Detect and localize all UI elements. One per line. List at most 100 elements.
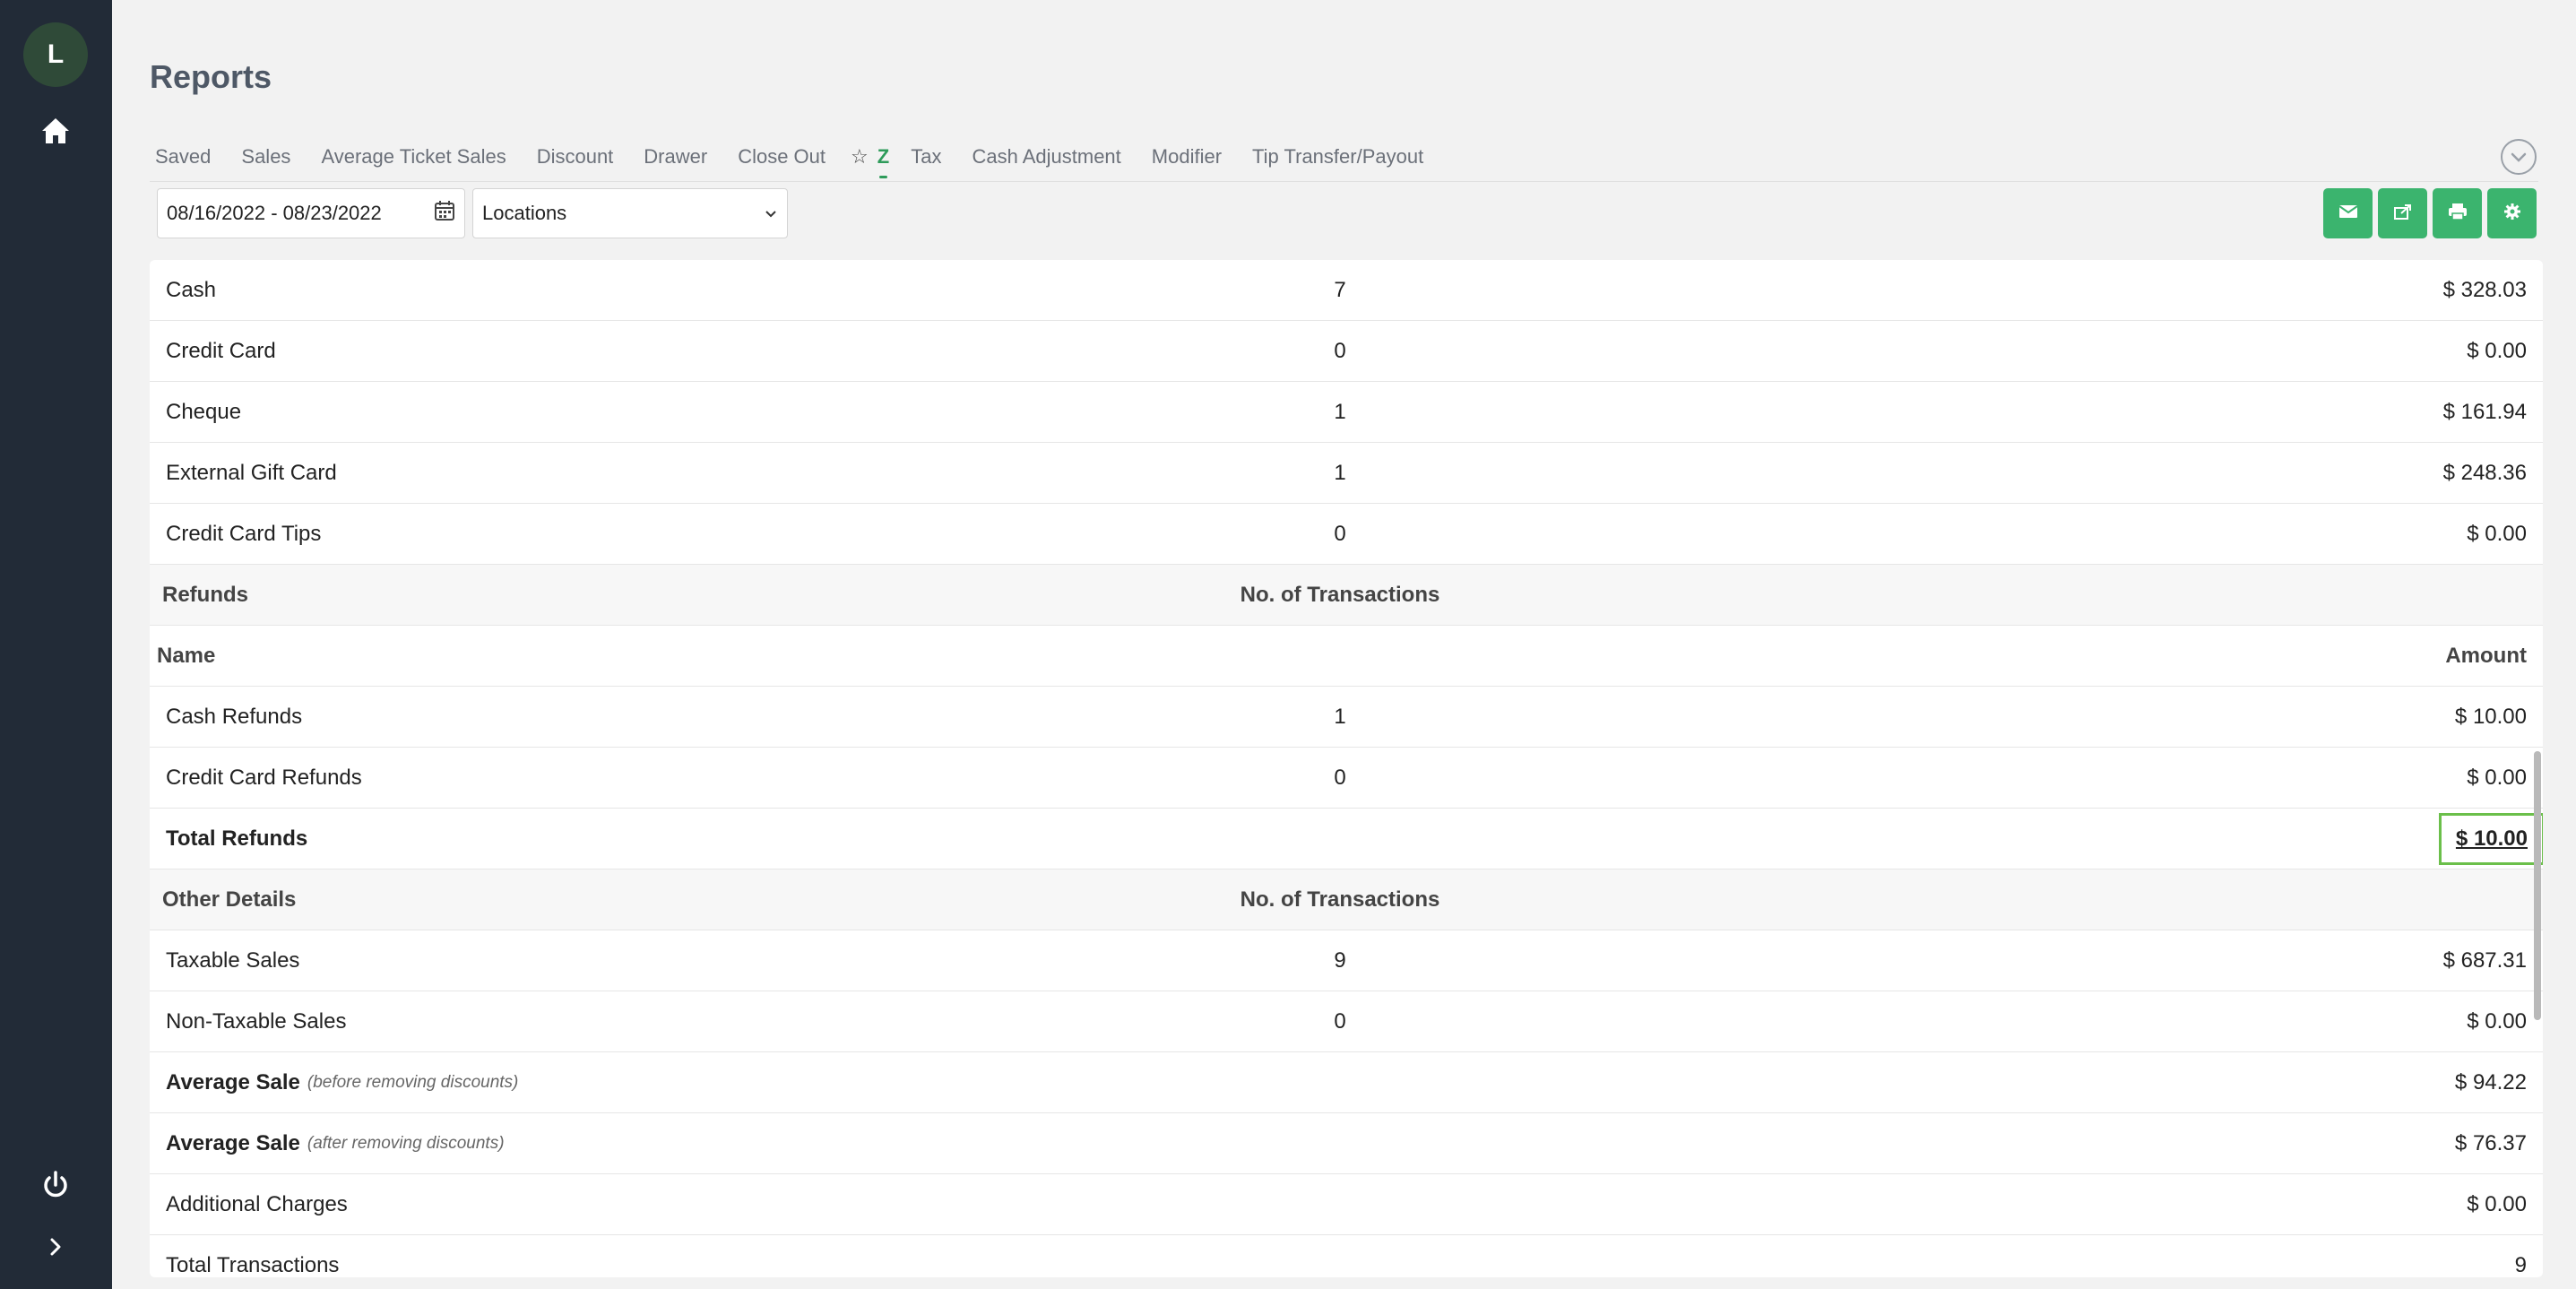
star-icon[interactable]: ☆ (851, 145, 869, 169)
row-amount: 9 (2514, 1253, 2527, 1277)
main-content: Reports Saved Sales Average Ticket Sales… (112, 0, 2576, 1289)
row-name: Credit Card Refunds (166, 766, 362, 790)
row-name-group: Average Sale (before removing discounts) (166, 1052, 518, 1113)
sidebar: L (0, 0, 112, 1289)
refunds-section-header: Refunds No. of Transactions (150, 565, 2543, 626)
share-button[interactable] (2378, 188, 2427, 238)
tab-tip-transfer-payout[interactable]: Tip Transfer/Payout (1247, 137, 1429, 177)
row-name: Total Transactions (166, 1253, 340, 1277)
report-tabs: Saved Sales Average Ticket Sales Discoun… (150, 134, 1448, 179)
tab-cash-adjustment[interactable]: Cash Adjustment (966, 137, 1126, 177)
total-refunds-row: Total Refunds $ 10.00 (150, 809, 2543, 869)
date-range-value: 08/16/2022 - 08/23/2022 (167, 202, 382, 224)
filters-bar: 08/16/2022 - 08/23/2022 Locations (157, 188, 788, 238)
tab-z[interactable]: Z (874, 137, 893, 178)
section-title: Refunds (162, 583, 248, 607)
section-title: Other Details (162, 887, 297, 912)
calendar-icon (434, 200, 455, 227)
row-count: 1 (1334, 461, 1346, 485)
table-row: Cash Refunds 1 $ 10.00 (150, 687, 2543, 748)
table-row: Total Transactions 9 (150, 1235, 2543, 1277)
row-name: External Gift Card (166, 461, 337, 485)
row-name: Average Sale (166, 1131, 300, 1155)
table-row: Credit Card Tips 0 $ 0.00 (150, 504, 2543, 565)
amount-column-header: Amount (2445, 644, 2527, 668)
home-icon[interactable] (36, 111, 75, 151)
location-select[interactable]: Locations (472, 188, 788, 238)
row-amount: $ 161.94 (2442, 400, 2527, 424)
settings-button[interactable] (2487, 188, 2537, 238)
row-count: 9 (1334, 948, 1346, 973)
table-row: Non-Taxable Sales 0 $ 0.00 (150, 991, 2543, 1052)
row-count: 1 (1334, 705, 1346, 729)
tab-discount[interactable]: Discount (532, 137, 619, 177)
row-amount: $ 0.00 (2467, 1192, 2527, 1216)
table-row: Cheque 1 $ 161.94 (150, 382, 2543, 443)
other-details-section-header: Other Details No. of Transactions (150, 869, 2543, 930)
count-column-header: No. of Transactions (1240, 583, 1440, 607)
refunds-column-header: Name Amount (150, 626, 2543, 687)
tab-saved[interactable]: Saved (150, 137, 216, 177)
email-button[interactable] (2323, 188, 2373, 238)
date-range-picker[interactable]: 08/16/2022 - 08/23/2022 (157, 188, 465, 238)
row-count: 0 (1334, 522, 1346, 546)
row-count: 1 (1334, 400, 1346, 424)
tab-tax[interactable]: Tax (905, 137, 947, 177)
row-amount: $ 0.00 (2467, 522, 2527, 546)
row-name: Average Sale (166, 1070, 300, 1094)
share-icon (2393, 203, 2413, 225)
row-name: Cash (166, 278, 217, 302)
row-amount: $ 10.00 (2454, 705, 2527, 729)
table-row: Average Sale (before removing discounts)… (150, 1052, 2543, 1113)
avatar[interactable]: L (23, 22, 88, 87)
table-row: Credit Card 0 $ 0.00 (150, 321, 2543, 382)
printer-icon (2448, 203, 2468, 225)
tabs-divider (150, 181, 2538, 182)
row-count: 0 (1334, 1009, 1346, 1034)
row-note: (after removing discounts) (307, 1134, 505, 1153)
row-count: 0 (1334, 766, 1346, 790)
print-button[interactable] (2433, 188, 2482, 238)
row-amount: $ 94.22 (2454, 1070, 2527, 1094)
row-count: 0 (1334, 339, 1346, 363)
row-amount: $ 76.37 (2454, 1131, 2527, 1155)
scrollbar[interactable] (2534, 751, 2541, 1020)
row-name: Credit Card Tips (166, 522, 322, 546)
row-amount: $ 0.00 (2467, 339, 2527, 363)
tab-average-ticket-sales[interactable]: Average Ticket Sales (316, 137, 511, 177)
page-title: Reports (150, 58, 272, 95)
tab-close-out[interactable]: Close Out (732, 137, 831, 177)
count-column-header: No. of Transactions (1240, 887, 1440, 912)
row-amount: $ 687.31 (2442, 948, 2527, 973)
collapse-chevron-icon[interactable] (2501, 139, 2537, 175)
row-amount: $ 328.03 (2442, 278, 2527, 302)
tab-modifier[interactable]: Modifier (1146, 137, 1227, 177)
envelope-icon (2338, 203, 2358, 224)
power-icon[interactable] (36, 1165, 75, 1205)
table-row: Average Sale (after removing discounts) … (150, 1113, 2543, 1174)
name-column-header: Name (157, 644, 216, 668)
table-row: Cash 7 $ 328.03 (150, 260, 2543, 321)
row-name-group: Average Sale (after removing discounts) (166, 1113, 505, 1174)
row-count: 7 (1334, 278, 1346, 302)
row-name: Cheque (166, 400, 242, 424)
chevron-down-icon (764, 202, 778, 225)
row-note: (before removing discounts) (307, 1073, 519, 1092)
location-select-value: Locations (482, 202, 567, 224)
table-row: External Gift Card 1 $ 248.36 (150, 443, 2543, 504)
row-name: Total Refunds (166, 826, 308, 851)
table-row: Additional Charges $ 0.00 (150, 1174, 2543, 1235)
row-amount: $ 248.36 (2442, 461, 2527, 485)
tab-sales[interactable]: Sales (236, 137, 296, 177)
row-name: Cash Refunds (166, 705, 303, 729)
expand-chevron-icon[interactable] (36, 1227, 75, 1267)
total-refunds-link[interactable]: $ 10.00 (2438, 813, 2543, 865)
row-name: Credit Card (166, 339, 276, 363)
table-row: Taxable Sales 9 $ 687.31 (150, 930, 2543, 991)
row-amount: $ 0.00 (2467, 766, 2527, 790)
row-name: Non-Taxable Sales (166, 1009, 347, 1034)
tab-drawer[interactable]: Drawer (638, 137, 713, 177)
gear-icon (2503, 203, 2521, 225)
z-report-table: Cash 7 $ 328.03 Credit Card 0 $ 0.00 Che… (150, 260, 2543, 1277)
row-name: Taxable Sales (166, 948, 300, 973)
